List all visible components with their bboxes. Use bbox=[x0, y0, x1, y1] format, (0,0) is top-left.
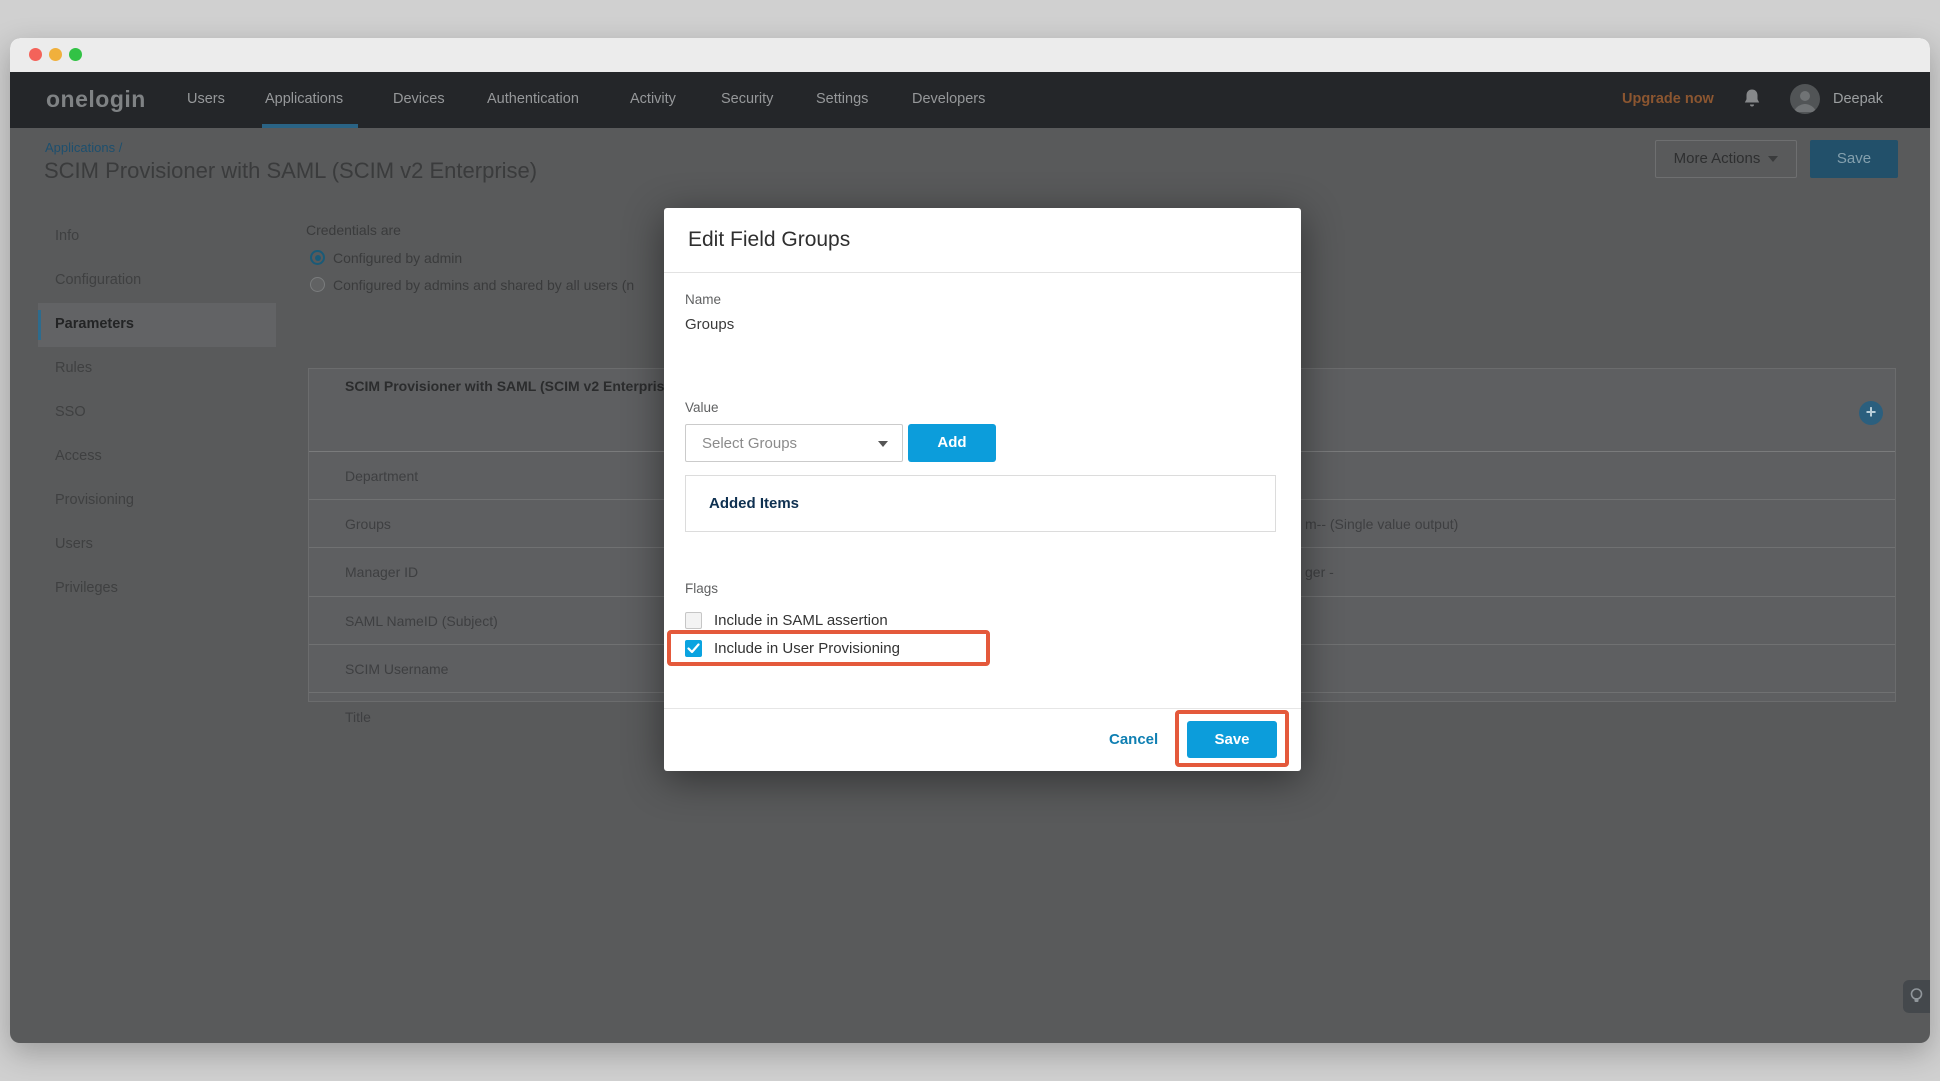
radio-configured-shared[interactable] bbox=[310, 277, 325, 292]
minimize-window-button[interactable] bbox=[49, 48, 62, 61]
checkbox-include-user-provisioning[interactable] bbox=[685, 640, 702, 657]
top-navbar: onelogin Users Applications Devices Auth… bbox=[10, 72, 1930, 128]
checkbox-include-saml-assertion[interactable] bbox=[685, 612, 702, 629]
cancel-button[interactable]: Cancel bbox=[1109, 721, 1158, 758]
check-icon bbox=[687, 643, 700, 654]
nav-item-security[interactable]: Security bbox=[721, 91, 773, 107]
page-title: SCIM Provisioner with SAML (SCIM v2 Ente… bbox=[44, 158, 537, 184]
table-row-title[interactable]: Title bbox=[345, 709, 371, 725]
modal-header-divider bbox=[664, 272, 1301, 273]
sidebar-item-provisioning[interactable]: Provisioning bbox=[55, 492, 134, 508]
user-name-label[interactable]: Deepak bbox=[1833, 91, 1883, 107]
more-actions-button[interactable]: More Actions bbox=[1655, 140, 1797, 178]
table-row-scim-username[interactable]: SCIM Username bbox=[345, 661, 448, 677]
table-row-groups-value: m-- (Single value output) bbox=[1305, 516, 1458, 532]
edit-field-groups-modal: Edit Field Groups Name Groups Value Sele… bbox=[664, 208, 1301, 771]
added-items-label: Added Items bbox=[709, 495, 799, 512]
flags-label: Flags bbox=[685, 581, 718, 596]
sidebar-item-info[interactable]: Info bbox=[55, 228, 79, 244]
nav-item-applications[interactable]: Applications bbox=[265, 91, 343, 107]
nav-item-users[interactable]: Users bbox=[187, 91, 225, 107]
modal-footer-divider bbox=[664, 708, 1301, 709]
sidebar-active-indicator bbox=[38, 310, 41, 340]
value-label: Value bbox=[685, 400, 719, 415]
active-tab-underline bbox=[262, 124, 358, 128]
page-save-button[interactable]: Save bbox=[1810, 140, 1898, 178]
sidebar-item-privileges[interactable]: Privileges bbox=[55, 580, 118, 596]
radio-configured-by-admin-label[interactable]: Configured by admin bbox=[333, 250, 462, 266]
select-groups-placeholder: Select Groups bbox=[702, 435, 797, 452]
sidebar-item-configuration[interactable]: Configuration bbox=[55, 272, 141, 288]
window-titlebar bbox=[10, 38, 1930, 72]
modal-title: Edit Field Groups bbox=[688, 228, 850, 252]
add-button[interactable]: Add bbox=[908, 424, 996, 462]
table-row-groups[interactable]: Groups bbox=[345, 516, 391, 532]
table-row-department[interactable]: Department bbox=[345, 468, 418, 484]
added-items-box: Added Items bbox=[685, 475, 1276, 532]
sidebar-item-access[interactable]: Access bbox=[55, 448, 102, 464]
maximize-window-button[interactable] bbox=[69, 48, 82, 61]
radio-configured-shared-label[interactable]: Configured by admins and shared by all u… bbox=[333, 277, 634, 293]
radio-configured-by-admin[interactable] bbox=[310, 250, 325, 265]
sidebar-item-sso[interactable]: SSO bbox=[55, 404, 86, 420]
lightbulb-icon bbox=[1903, 980, 1930, 1013]
nav-item-settings[interactable]: Settings bbox=[816, 91, 868, 107]
chevron-down-icon bbox=[878, 441, 888, 447]
nav-item-activity[interactable]: Activity bbox=[630, 91, 676, 107]
nav-item-authentication[interactable]: Authentication bbox=[487, 91, 579, 107]
name-label: Name bbox=[685, 292, 721, 307]
add-parameter-button plus-icon[interactable] bbox=[1859, 401, 1883, 425]
breadcrumb[interactable]: Applications / bbox=[45, 140, 122, 155]
table-row-manager-id-value: ger - bbox=[1305, 564, 1334, 580]
select-groups-dropdown[interactable]: Select Groups bbox=[685, 424, 903, 462]
sidebar-item-users[interactable]: Users bbox=[55, 536, 93, 552]
help-button[interactable] bbox=[1903, 980, 1930, 1013]
notifications-bell-icon[interactable] bbox=[1742, 88, 1762, 110]
credentials-label: Credentials are bbox=[306, 222, 401, 238]
more-actions-label: More Actions bbox=[1674, 150, 1761, 167]
app-window: onelogin Users Applications Devices Auth… bbox=[10, 38, 1930, 1043]
sidebar-item-parameters[interactable]: Parameters bbox=[55, 316, 134, 332]
table-row-saml-nameid[interactable]: SAML NameID (Subject) bbox=[345, 613, 498, 629]
onelogin-logo[interactable]: onelogin bbox=[46, 86, 146, 113]
table-header: SCIM Provisioner with SAML (SCIM v2 Ente… bbox=[345, 378, 677, 394]
user-avatar[interactable] bbox=[1790, 84, 1820, 114]
save-button[interactable]: Save bbox=[1187, 721, 1277, 758]
nav-item-developers[interactable]: Developers bbox=[912, 91, 985, 107]
upgrade-now-link[interactable]: Upgrade now bbox=[1622, 91, 1714, 107]
checkbox-include-saml-assertion-label[interactable]: Include in SAML assertion bbox=[714, 612, 888, 629]
sidebar-item-rules[interactable]: Rules bbox=[55, 360, 92, 376]
nav-item-devices[interactable]: Devices bbox=[393, 91, 445, 107]
name-value: Groups bbox=[685, 316, 734, 333]
checkbox-include-user-provisioning-label[interactable]: Include in User Provisioning bbox=[714, 640, 900, 657]
chevron-down-icon bbox=[1768, 156, 1778, 162]
table-row-manager-id[interactable]: Manager ID bbox=[345, 564, 418, 580]
close-window-button[interactable] bbox=[29, 48, 42, 61]
